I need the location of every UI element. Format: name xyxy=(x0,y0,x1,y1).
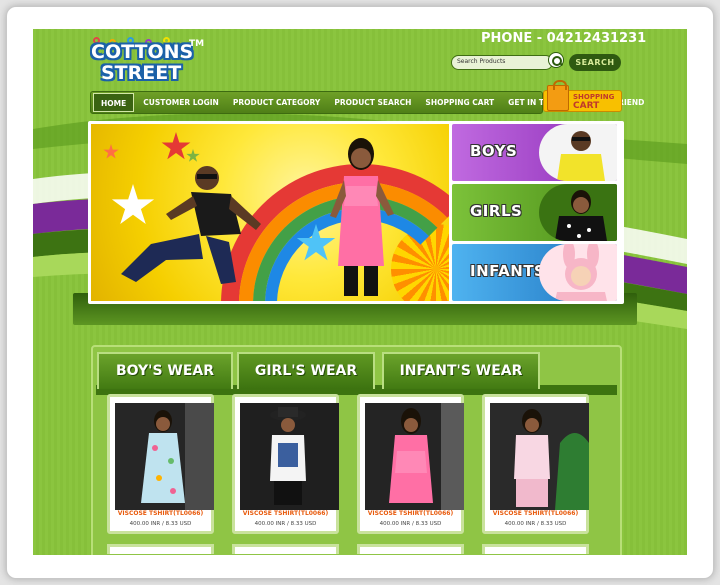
phone-number: 04212431231 xyxy=(546,31,647,46)
product-card[interactable]: VISCOSE TSHIRT(TL0066) 400.00 INR / 8.33… xyxy=(107,394,214,534)
nav-item-home[interactable]: HOME xyxy=(93,93,135,112)
product-card-next-row[interactable] xyxy=(107,544,214,554)
search-icon[interactable] xyxy=(548,52,564,68)
product-panel: BOY'S WEAR GIRL'S WEAR INFANT'S WEAR VIS… xyxy=(91,345,622,555)
search-input[interactable]: Search Products xyxy=(451,55,553,70)
website: COTTONS STREET TM PHONE - 04212431231 Se… xyxy=(33,29,687,555)
phone-label: PHONE - xyxy=(481,31,543,46)
category-boys-label: BOYS xyxy=(470,142,518,160)
product-image xyxy=(365,403,464,510)
product-card-next-row[interactable] xyxy=(232,544,339,554)
nav-item-customer-login[interactable]: CUSTOMER LOGIN xyxy=(136,92,226,113)
nav-item-product-category[interactable]: PRODUCT CATEGORY xyxy=(226,92,328,113)
cart-label-line1: SHOPPING xyxy=(573,93,615,101)
product-card[interactable]: VISCOSE TSHIRT(TL0066) 400.00 INR / 8.33… xyxy=(232,394,339,534)
boy-model-photo xyxy=(121,166,261,284)
girl-model-photo xyxy=(330,138,394,296)
trademark-mark: TM xyxy=(189,39,205,49)
product-image xyxy=(490,403,589,510)
category-boys[interactable]: BOYS xyxy=(452,124,617,181)
category-infants[interactable]: INFANTS xyxy=(452,244,617,301)
tab-infants-wear[interactable]: INFANT'S WEAR xyxy=(382,352,540,389)
boys-thumbnail xyxy=(539,124,617,181)
shopping-cart-button[interactable]: SHOPPING CART xyxy=(543,80,622,115)
search-button[interactable]: SEARCH xyxy=(569,54,621,71)
product-title[interactable]: VISCOSE TSHIRT(TL0066) xyxy=(110,510,211,517)
logo-text-line1: COTTONS xyxy=(91,41,194,63)
category-girls[interactable]: GIRLS xyxy=(452,184,617,241)
product-card-next-row[interactable] xyxy=(357,544,464,554)
phone-info: PHONE - 04212431231 xyxy=(481,31,646,46)
product-card-next-row[interactable] xyxy=(482,544,589,554)
product-image xyxy=(115,403,214,510)
star-graphic xyxy=(161,132,191,160)
tab-boys-wear[interactable]: BOY'S WEAR xyxy=(97,352,233,389)
product-price: 400.00 INR / 8.33 USD xyxy=(379,521,442,527)
product-price: 400.00 INR / 8.33 USD xyxy=(129,521,192,527)
nav-item-shopping-cart[interactable]: SHOPPING CART xyxy=(418,92,501,113)
product-title[interactable]: VISCOSE TSHIRT(TL0066) xyxy=(485,510,586,517)
hero-image[interactable] xyxy=(91,124,449,301)
product-price: 400.00 INR / 8.33 USD xyxy=(504,521,567,527)
nav-item-product-search[interactable]: PRODUCT SEARCH xyxy=(327,92,418,113)
infants-thumbnail xyxy=(539,244,617,301)
star-graphic xyxy=(186,149,200,162)
product-price: 400.00 INR / 8.33 USD xyxy=(254,521,317,527)
cart-label-line2: CART xyxy=(573,101,600,111)
girls-thumbnail xyxy=(539,184,617,241)
product-card[interactable]: VISCOSE TSHIRT(TL0066) 400.00 INR / 8.33… xyxy=(357,394,464,534)
hero-banner: BOYS GIRLS INFANTS xyxy=(88,121,624,304)
product-title[interactable]: VISCOSE TSHIRT(TL0066) xyxy=(360,510,461,517)
category-girls-label: GIRLS xyxy=(470,202,523,220)
shopping-bag-icon xyxy=(547,80,569,111)
product-title[interactable]: VISCOSE TSHIRT(TL0066) xyxy=(235,510,336,517)
product-card[interactable]: VISCOSE TSHIRT(TL0066) 400.00 INR / 8.33… xyxy=(482,394,589,534)
star-graphic xyxy=(103,144,119,159)
cottons-street-logo[interactable]: COTTONS STREET TM xyxy=(89,37,209,85)
product-image xyxy=(240,403,339,510)
main-navigation: HOME CUSTOMER LOGIN PRODUCT CATEGORY PRO… xyxy=(90,91,644,114)
logo-text-line2: STREET xyxy=(101,62,182,84)
category-infants-label: INFANTS xyxy=(470,262,546,280)
tab-girls-wear[interactable]: GIRL'S WEAR xyxy=(237,352,375,389)
